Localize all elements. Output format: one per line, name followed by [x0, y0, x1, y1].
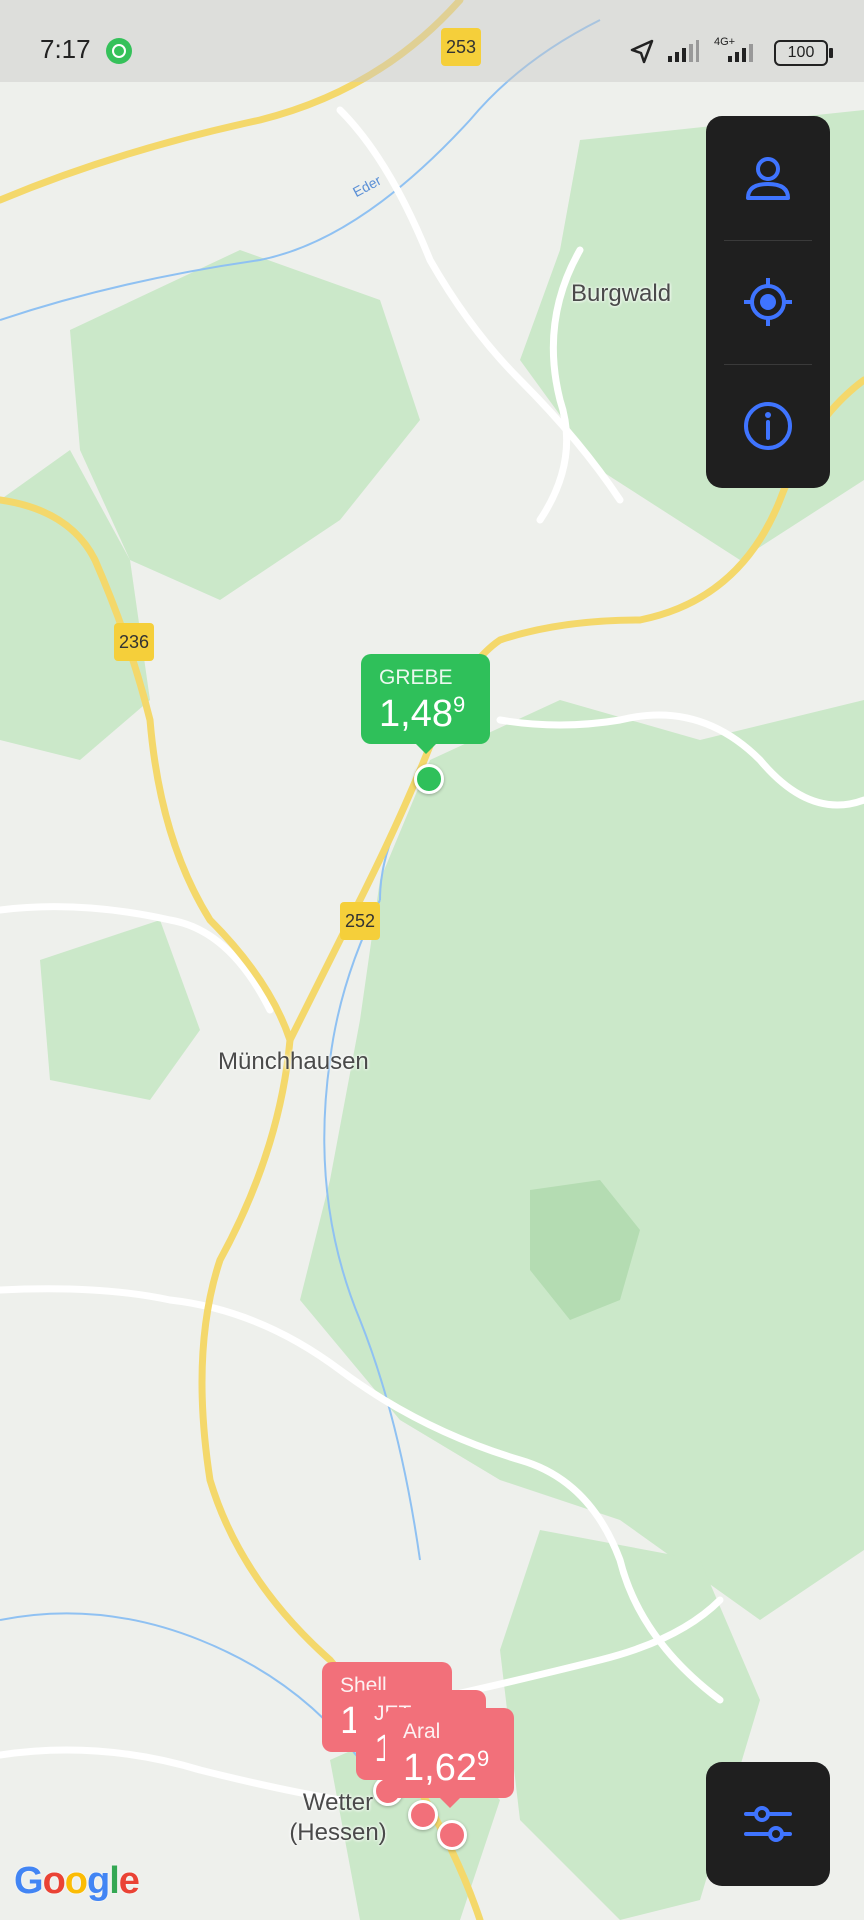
person-icon	[746, 157, 790, 200]
station-name: Aral	[403, 1720, 441, 1743]
station-pin-grebe[interactable]	[414, 764, 444, 794]
info-icon	[744, 402, 792, 450]
station-price: 1,489	[379, 692, 466, 735]
station-tag-aral[interactable]: Aral 1,629	[385, 1708, 514, 1808]
station-name: GREBE	[379, 666, 453, 689]
place-label-muenchhausen: Münchhausen	[218, 1048, 369, 1075]
station-pin-jet[interactable]	[408, 1800, 438, 1830]
google-logo: Google	[14, 1860, 140, 1902]
station-price: 1,629	[403, 1746, 490, 1789]
status-time: 7:17	[40, 34, 91, 64]
road-shield-236: 236	[114, 623, 154, 661]
locate-button[interactable]	[706, 240, 830, 364]
road-shield-253: 253	[441, 28, 481, 66]
sliders-icon	[744, 1806, 792, 1842]
station-pin-aral[interactable]	[437, 1820, 467, 1850]
navigation-arrow-icon	[630, 39, 654, 64]
map-controls-panel	[706, 116, 830, 488]
whatsapp-icon	[106, 38, 132, 64]
signal-icon-2	[728, 44, 753, 62]
filter-button[interactable]	[706, 1762, 830, 1886]
station-tag-grebe[interactable]: GREBE 1,489	[361, 654, 490, 754]
status-bar: 7:17 4G+ 100	[0, 0, 864, 82]
info-button[interactable]	[706, 364, 830, 488]
place-label-burgwald: Burgwald	[571, 280, 672, 307]
location-target-icon	[744, 278, 792, 326]
road-shield-252: 252	[340, 902, 380, 940]
battery-icon: 100	[774, 40, 833, 66]
profile-button[interactable]	[706, 116, 830, 240]
signal-icon	[668, 40, 699, 62]
